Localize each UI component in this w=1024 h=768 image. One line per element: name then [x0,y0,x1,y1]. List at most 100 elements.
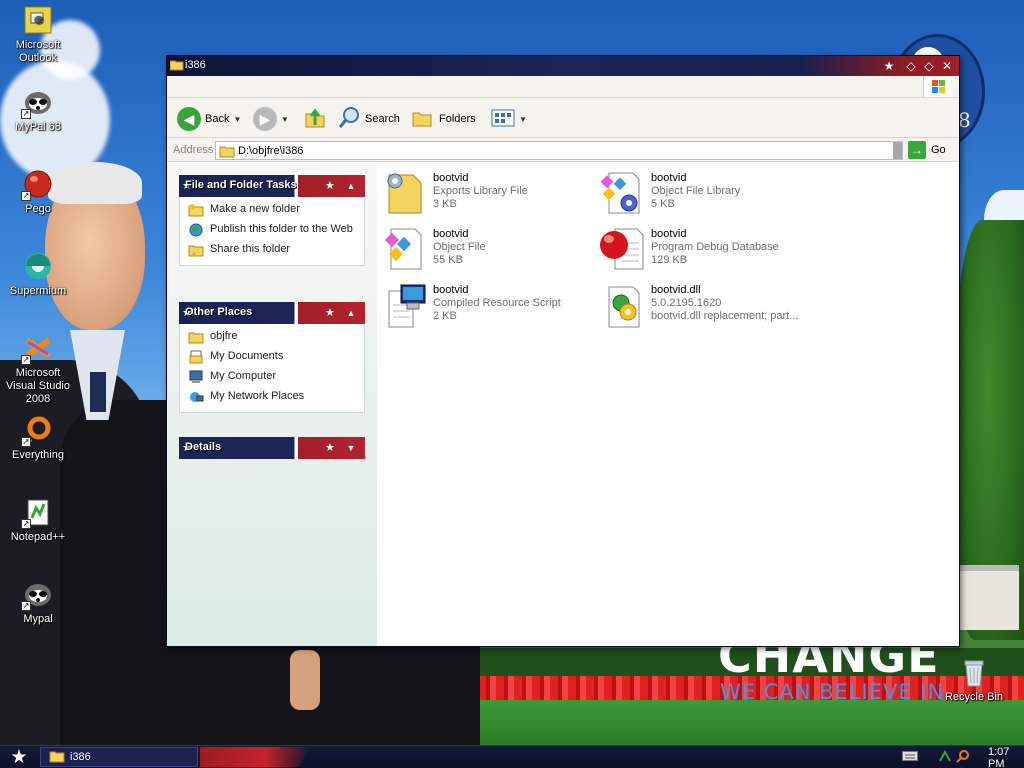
resource-script-icon [381,281,429,329]
file-size: 2 KB [433,310,457,322]
desktop-icon-label: Microsoft Outlook [15,39,61,64]
chevron-down-icon: ▼ [281,114,289,124]
desktop-icon-label: Supermium [9,285,67,297]
details-header[interactable]: ★ ★ Details ▼ [179,437,365,459]
raccoon-icon: ↗ [21,86,54,119]
views-button[interactable]: ▼ [491,106,527,132]
shortcut-arrow-icon: ↗ [21,437,31,447]
file-tile-bootvid-obj[interactable]: bootvid Object File 55 KB [381,225,596,275]
system-tray: 1:07 PM [874,746,1024,768]
back-label: Back [205,113,230,125]
shortcut-arrow-icon: ↗ [21,519,31,529]
make-new-folder-link[interactable]: Make a new folder [188,203,356,217]
file-name: bootvid [433,228,469,240]
place-my-computer-link[interactable]: My Computer [188,370,356,384]
folders-icon [411,106,435,133]
file-tile-bootvid-dll[interactable]: bootvid.dll 5.0.2195.1620 bootvid.dll re… [599,281,814,331]
task-pane: ★ ★ File and Folder Tasks ▲ Make a new f… [167,163,377,646]
search-tray-icon[interactable] [956,749,970,766]
file-tile-bootvid-pdb[interactable]: bootvid Program Debug Database 129 KB [599,225,814,275]
object-file-icon [381,225,429,273]
desktop-icon-label: Microsoft Visual Studio 2008 [5,367,70,405]
panel-title: File and Folder Tasks [185,179,297,191]
desktop-icon-label: Notepad++ [10,531,66,543]
windows-logo-icon [923,77,951,97]
panel-body: Make a new folder Publish this folder to… [179,197,365,266]
chevron-down-icon[interactable]: ▼ [344,441,358,455]
other-places-header[interactable]: ★ ★ Other Places ▲ [179,302,365,324]
file-type: Object File [433,241,486,253]
back-button[interactable]: ◀ Back ▼ [177,106,241,132]
up-button[interactable] [303,106,327,132]
folders-button[interactable]: Folders [411,106,476,132]
folder-icon [219,144,235,161]
desktop-icon-everything[interactable]: ↗ Everything [0,414,76,462]
chevron-up-icon[interactable]: ▲ [344,179,358,193]
search-label: Search [365,113,400,125]
start-button[interactable]: ★ [4,747,34,768]
place-my-documents-link[interactable]: My Documents [188,350,356,364]
content-area: ★ ★ File and Folder Tasks ▲ Make a new f… [167,163,959,646]
search-button[interactable]: Search [337,106,400,132]
exports-library-icon [381,169,429,217]
menu-bar [167,76,959,98]
desktop-icon-mypal-68[interactable]: ↗ MyPal 68 [0,86,76,134]
taskbar: ★ i386 1:07 PM [0,745,1024,768]
address-label: Address [173,144,214,156]
task-label: Publish this folder to the Web [210,223,353,235]
go-button[interactable]: → Go [908,141,946,159]
clock[interactable]: 1:07 PM [988,746,1024,768]
panel-title: Other Places [185,306,253,318]
star-icon: ★ [325,180,335,192]
place-objfre-link[interactable]: objfre [188,330,356,344]
file-description: bootvid.dll replacement; part... [651,310,799,322]
desktop-icon-label: Mypal [23,613,53,625]
network-tray-icon[interactable] [938,749,952,766]
task-label: Make a new folder [210,203,300,215]
desktop-icon-pego[interactable]: ↗ Pego [0,168,76,216]
window-title: i386 [185,59,206,71]
forward-arrow-icon: ▶ [253,107,277,131]
desktop-icon-visual-studio[interactable]: ↗ Microsoft Visual Studio 2008 [0,332,76,406]
folder-icon [188,330,204,344]
desktop-icon-recycle-bin[interactable]: Recycle Bin [936,656,1012,704]
desktop-icon-mypal[interactable]: ↗ Mypal [0,578,76,626]
file-tile-bootvid-res[interactable]: bootvid Compiled Resource Script 2 KB [381,281,596,331]
desktop-icon-notepad-plus[interactable]: ↗ Notepad++ [0,496,76,544]
file-text: bootvid Object File Library 5 KB [651,172,740,211]
my-computer-icon [188,370,204,384]
file-size: 55 KB [433,254,463,266]
chevron-up-icon[interactable]: ▲ [344,306,358,320]
place-label: objfre [210,330,238,342]
file-text: bootvid Program Debug Database 129 KB [651,228,779,267]
keyboard-icon[interactable] [902,751,918,764]
file-name: bootvid [433,172,469,184]
share-folder-link[interactable]: Share this folder [188,243,356,257]
new-folder-icon [188,203,204,217]
chevron-down-icon: ▼ [233,114,242,124]
file-tile-bootvid-exp[interactable]: bootvid Exports Library File 3 KB [381,169,596,219]
details-panel: ★ ★ Details ▼ [179,437,365,459]
publish-to-web-link[interactable]: Publish this folder to the Web [188,223,356,237]
file-folder-tasks-header[interactable]: ★ ★ File and Folder Tasks ▲ [179,175,365,197]
taskbar-window-label: i386 [70,751,91,763]
forward-button[interactable]: ▶ ▼ [253,106,289,132]
title-bar[interactable]: i386 ★ ◇ ◇ ✕ [167,56,959,76]
desktop-icon-outlook[interactable]: @ Microsoft Outlook [0,4,76,65]
close-button[interactable]: ✕ [939,58,955,74]
supermium-icon [22,250,54,282]
desktop-icon-supermium[interactable]: Supermium [0,250,76,298]
address-dropdown-button[interactable] [893,142,902,159]
recycle-bin-icon [958,656,990,688]
taskbar-window-i386[interactable]: i386 [40,747,198,767]
object-library-icon [599,169,647,217]
wallpaper-hand [290,650,320,710]
minimize-button[interactable]: ◇ [903,58,919,74]
star-icon: ★ [325,307,335,319]
file-tile-bootvid-lib[interactable]: bootvid Object File Library 5 KB [599,169,814,219]
place-my-network-places-link[interactable]: My Network Places [188,390,356,404]
address-input[interactable]: D:\objfre\i386 [215,141,903,160]
dll-icon [599,281,647,329]
file-name: bootvid.dll [651,284,701,296]
maximize-button[interactable]: ◇ [921,58,937,74]
